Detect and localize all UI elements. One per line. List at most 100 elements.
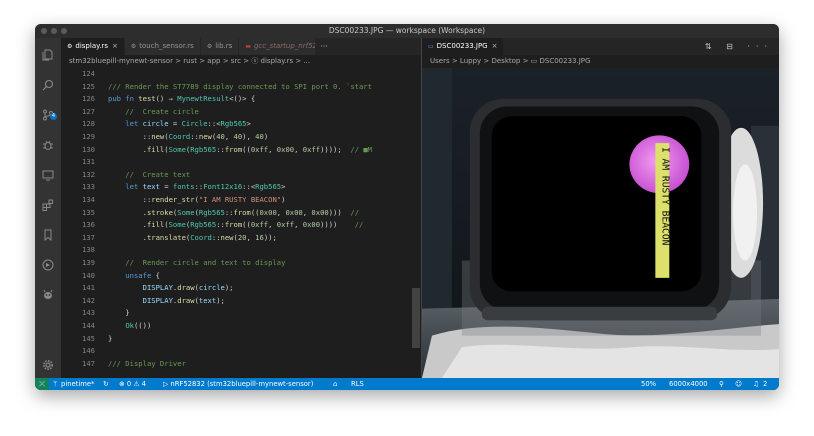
code-line[interactable]: 130 .fill(Some(Rgb565::from((0xff, 0x00,…: [61, 144, 421, 157]
rust-file-icon: ⚙: [206, 43, 213, 50]
line-number: 124: [82, 69, 95, 78]
code-line[interactable]: 132 // Create text: [61, 169, 421, 182]
line-number: 139: [82, 258, 95, 267]
close-tab-icon[interactable]: ×: [492, 42, 498, 50]
tab-dsc00233-jpg[interactable]: ▭ DSC00233.JPG ×: [422, 38, 505, 55]
code-token: );: [216, 295, 225, 305]
code-token: 0x00: [302, 220, 321, 230]
code-line[interactable]: 133 let text = fonts::Font12x16::<Rgb565…: [61, 181, 421, 194]
line-number: 144: [82, 321, 95, 330]
code-line[interactable]: 134 ::render_str("I AM RUSTY BEACON"): [61, 194, 421, 207]
code-line[interactable]: 138: [61, 244, 421, 257]
rust-file-icon: ⚙: [67, 43, 73, 50]
feedback-icon[interactable]: ☺: [735, 378, 742, 390]
line-content: // Render circle and text to display: [108, 257, 285, 270]
code-line[interactable]: 124: [61, 68, 421, 81]
code-line[interactable]: 131: [61, 156, 421, 169]
code-token: <()> {: [229, 94, 256, 104]
home-icon[interactable]: ⌂: [333, 378, 337, 390]
code-token: new: [220, 232, 234, 242]
scrollbar-thumb[interactable]: [412, 288, 420, 348]
code-line[interactable]: 142 DISPLAY.draw(text);: [61, 295, 421, 308]
preview-breadcrumb[interactable]: Users > Luppy > Desktop > ▭ DSC00233.JPG: [422, 55, 779, 67]
code-token: ::<: [242, 182, 256, 192]
close-tab-icon[interactable]: ×: [112, 42, 118, 50]
code-token: Some: [168, 220, 186, 230]
line-content: .translate(Coord::new(20, 16));: [108, 232, 277, 245]
settings-gear-icon[interactable]: [42, 356, 54, 370]
search-icon[interactable]: [42, 76, 54, 91]
code-token: .: [108, 220, 147, 230]
problems-indicator[interactable]: ⊗ 0 ⚠ 4: [119, 378, 146, 390]
notifications-bell-icon[interactable]: ♫: [753, 378, 759, 390]
code-line[interactable]: 146: [61, 345, 421, 358]
code-line[interactable]: 125 /// Render the ST7789 display connect…: [61, 81, 421, 94]
code-token: let: [108, 182, 143, 192]
code-line[interactable]: 137 .translate(Coord::new(20, 16));: [61, 232, 421, 245]
code-token: ,: [294, 144, 303, 154]
line-content: }: [108, 307, 129, 320]
code-token: );: [224, 283, 234, 293]
location-icon[interactable]: ⚲: [719, 378, 724, 390]
maximize-window-button[interactable]: [61, 28, 67, 34]
preview-tabs: ▭ DSC00233.JPG × ⇅ ⊟ ···: [422, 38, 779, 55]
code-token: 0xff: [276, 220, 295, 230]
code-line[interactable]: 141 DISPLAY.draw(circle);: [61, 282, 421, 295]
code-line[interactable]: 135 .stroke(Some(Rgb565::from((0x00, 0x0…: [61, 207, 421, 220]
source-control-icon[interactable]: 4: [42, 106, 57, 121]
zoom-level[interactable]: 50%: [641, 378, 656, 390]
code-token: let: [108, 119, 143, 129]
more-tabs-button[interactable]: ···: [316, 38, 332, 55]
tab-display-rs[interactable]: ⚙ display.rs ×: [61, 38, 125, 55]
code-line[interactable]: 128 let circle = Circle::<Rgb565>: [61, 118, 421, 131]
tab-gcc-startup[interactable]: ▬ gcc_startup_nrf52: [239, 38, 317, 55]
tab-lib-rs[interactable]: ⚙ lib.rs: [200, 38, 240, 55]
editor-actions[interactable]: ⇅ ⊟ ···: [705, 38, 773, 55]
explorer-icon[interactable]: [42, 46, 54, 61]
code-token: circle: [198, 283, 225, 293]
debug-target[interactable]: ▷ nRF52832 (stm32bluepill-mynewt-sensor): [163, 378, 313, 390]
bookmark-icon[interactable]: [42, 226, 54, 242]
code-area[interactable]: 124 125 /// Render the ST7789 display conn…: [61, 68, 421, 378]
code-token: 40: [233, 132, 243, 141]
remote-indicator[interactable]: ⤫: [35, 378, 49, 390]
line-number: 129: [82, 132, 95, 141]
tab-label: touch_sensor.rs: [139, 42, 194, 50]
line-number: 132: [82, 169, 95, 179]
alien-icon[interactable]: [42, 286, 54, 299]
code-token: ,: [294, 220, 303, 230]
code-line[interactable]: 140 unsafe {: [61, 270, 421, 283]
breadcrumb[interactable]: stm32bluepill-mynewt-sensor > rust > app…: [61, 55, 421, 67]
code-line[interactable]: 127 // Create circle: [61, 106, 421, 119]
code-line[interactable]: 136 .fill(Some(Rgb565::from((0xff, 0xff,…: [61, 219, 421, 232]
live-share-icon[interactable]: [42, 256, 54, 271]
sync-icon[interactable]: ↻: [103, 378, 109, 390]
debug-icon[interactable]: [42, 136, 54, 150]
code-token: ((: [242, 144, 251, 154]
remote-explorer-icon[interactable]: [42, 166, 54, 181]
code-token: stroke: [146, 207, 173, 217]
line-content: // Create text: [108, 169, 190, 182]
rls-status[interactable]: RLS: [351, 378, 364, 390]
code-line[interactable]: 145}: [61, 333, 421, 346]
code-line[interactable]: 139 // Render circle and text to display: [61, 257, 421, 270]
window-controls: [41, 28, 67, 34]
tab-touch-sensor-rs[interactable]: ⚙ touch_sensor.rs: [124, 38, 201, 55]
watch-screen-text: I AM RUSTY BEACON: [659, 147, 670, 246]
git-branch[interactable]: pinetime*: [61, 378, 94, 390]
code-line[interactable]: 143 }: [61, 307, 421, 320]
editor-scrollbar[interactable]: [411, 68, 421, 378]
code-line[interactable]: 147 /// Display Driver: [61, 358, 421, 371]
code-token: fonts: [172, 182, 195, 192]
line-number: 133: [82, 182, 95, 192]
close-window-button[interactable]: [41, 28, 47, 34]
extensions-icon[interactable]: [42, 196, 54, 211]
code-line[interactable]: 126 pub fn test() → MynewtResult<()> {: [61, 93, 421, 106]
editor-tabs: ⚙ display.rs × ⚙ touch_sensor.rs ⚙ lib.rs ▬ g…: [61, 38, 421, 55]
code-line[interactable]: 129 ::new(Coord::new(40, 40), 40): [61, 131, 421, 144]
code-token: Some: [168, 144, 186, 154]
code-token: //: [354, 220, 364, 230]
code-line[interactable]: 144 Ok(()): [61, 320, 421, 333]
minimize-window-button[interactable]: [51, 28, 57, 34]
